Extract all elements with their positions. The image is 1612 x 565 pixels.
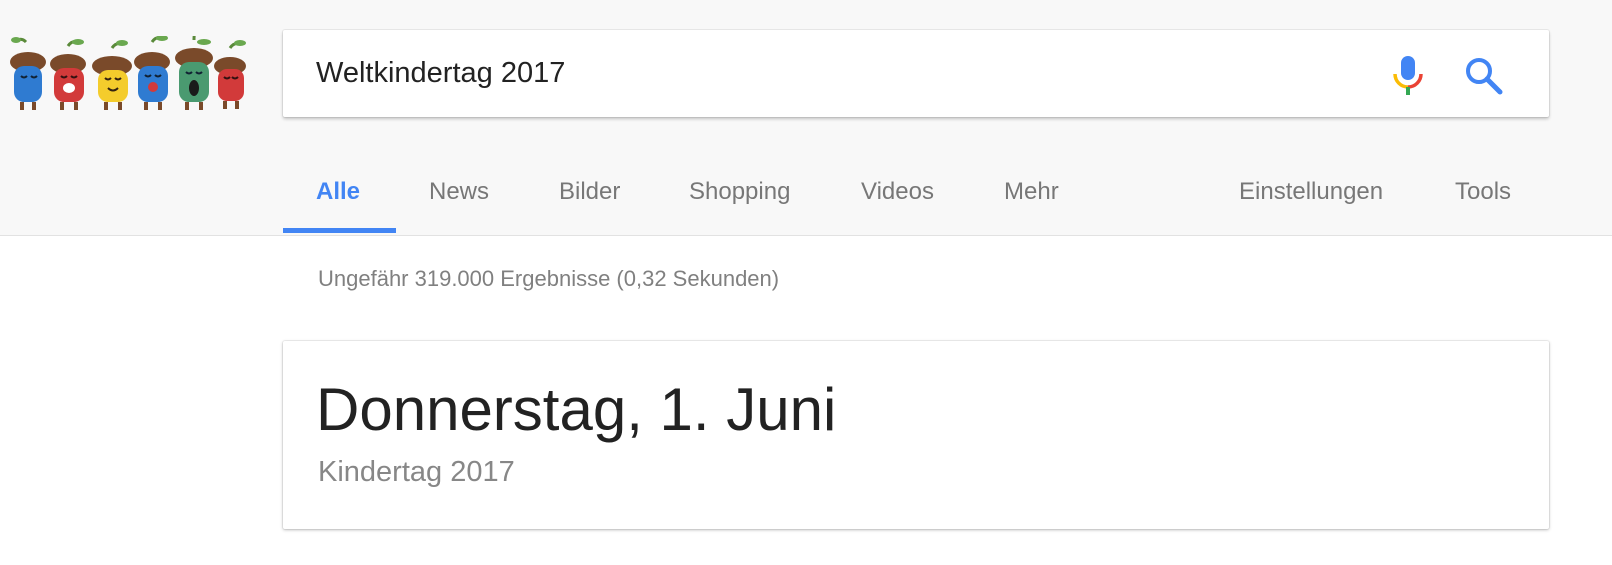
- settings-link[interactable]: Einstellungen: [1239, 178, 1383, 206]
- search-input[interactable]: [316, 50, 1316, 96]
- tab-mehr[interactable]: Mehr: [1004, 178, 1059, 206]
- tab-shopping[interactable]: Shopping: [689, 178, 790, 206]
- search-tabs: Alle News Bilder Shopping Videos Mehr Ei…: [283, 166, 1583, 235]
- answer-event: Kindertag 2017: [318, 456, 515, 488]
- answer-card: Donnerstag, 1. Juni Kindertag 2017: [283, 341, 1549, 529]
- search-icon[interactable]: [1464, 56, 1504, 96]
- tab-videos[interactable]: Videos: [861, 178, 934, 206]
- doodle-acorns-icon[interactable]: [8, 36, 253, 116]
- tab-alle[interactable]: Alle: [316, 178, 360, 206]
- tab-news[interactable]: News: [429, 178, 489, 206]
- search-box[interactable]: [283, 30, 1549, 117]
- active-tab-indicator: [283, 228, 396, 233]
- tools-link[interactable]: Tools: [1455, 178, 1511, 206]
- tab-bilder[interactable]: Bilder: [559, 178, 620, 206]
- microphone-icon[interactable]: [1390, 54, 1426, 96]
- result-stats: Ungefähr 319.000 Ergebnisse (0,32 Sekund…: [318, 266, 780, 291]
- answer-date: Donnerstag, 1. Juni: [316, 376, 837, 443]
